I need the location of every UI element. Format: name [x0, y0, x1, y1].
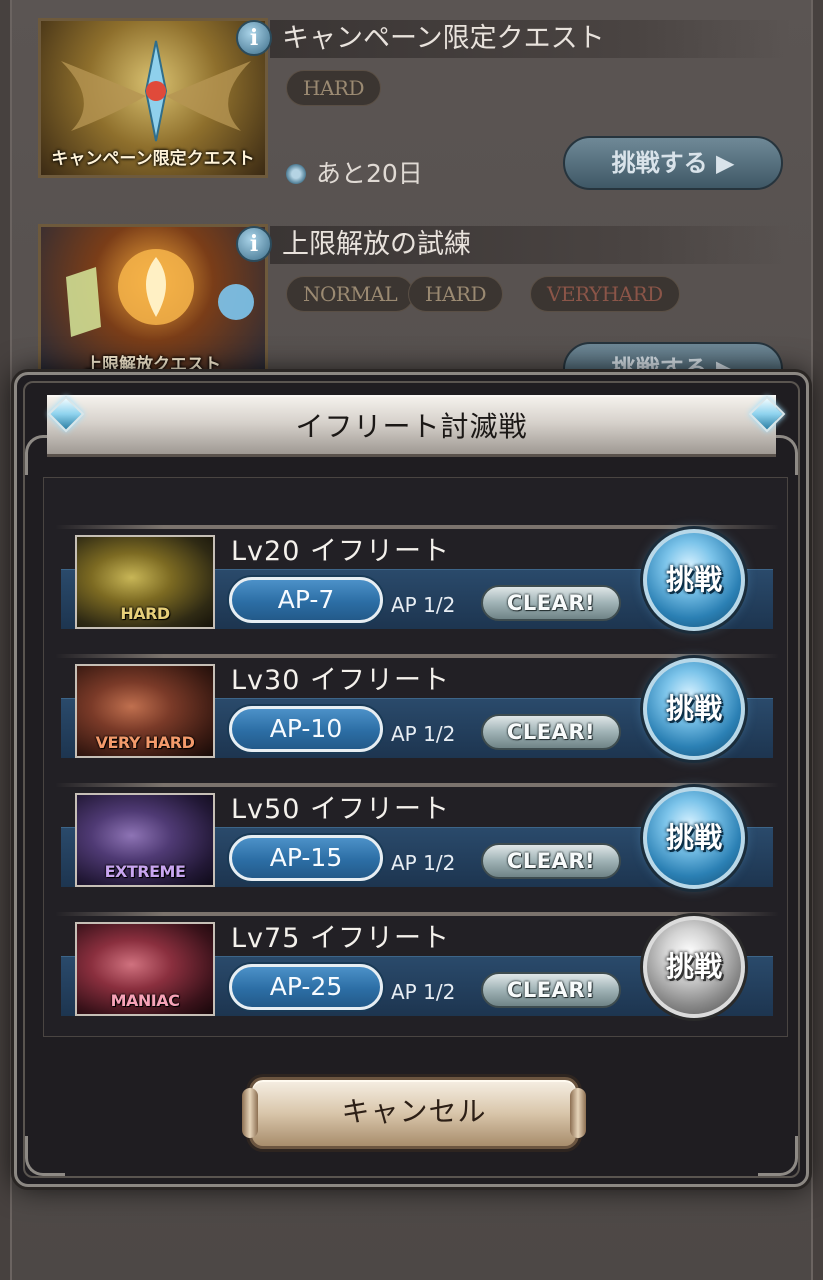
boss-name: Lv50 イフリート: [231, 794, 450, 825]
ap-cost: AP-10: [229, 706, 383, 752]
corner-ornament: [758, 1136, 798, 1176]
quest-title: キャンペーン限定クエスト: [270, 20, 790, 58]
clear-badge: CLEAR!: [481, 585, 621, 621]
difficulty-label: EXTREME: [104, 862, 186, 881]
challenge-button[interactable]: 挑戦する ▶: [563, 136, 783, 190]
quest-title: 上限解放の試練: [270, 226, 790, 264]
clear-badge: CLEAR!: [481, 972, 621, 1008]
battle-row-lv30[interactable]: VERY HARD Lv30 イフリート AP-10 AP 1/2 CLEAR!…: [55, 654, 779, 772]
difficulty-tag-veryhard: VERYHARD: [530, 276, 680, 312]
challenge-button[interactable]: 挑戦: [643, 658, 745, 760]
difficulty-label: HARD: [120, 604, 170, 623]
boss-thumbnail: EXTREME: [75, 793, 215, 887]
info-icon[interactable]: i: [236, 20, 272, 56]
battle-row-lv50[interactable]: EXTREME Lv50 イフリート AP-15 AP 1/2 CLEAR! 挑…: [55, 783, 779, 901]
challenge-button[interactable]: 挑戦: [643, 529, 745, 631]
corner-ornament: [25, 1136, 65, 1176]
quest-thumbnail: 上限解放クエスト: [38, 224, 268, 384]
battle-row-lv20[interactable]: HARD Lv20 イフリート AP-7 AP 1/2 CLEAR! 挑戦: [55, 525, 779, 643]
cancel-button[interactable]: キャンセル: [242, 1077, 586, 1149]
difficulty-label: MANIAC: [110, 991, 180, 1010]
scroll-ornament: [570, 1088, 586, 1138]
cancel-label: キャンセル: [341, 1095, 487, 1128]
ap-count: AP 1/2: [391, 980, 456, 1004]
boss-name: Lv75 イフリート: [231, 923, 450, 954]
boss-thumbnail: HARD: [75, 535, 215, 629]
challenge-button-locked[interactable]: 挑戦: [643, 916, 745, 1018]
ap-cost: AP-15: [229, 835, 383, 881]
quest-card-campaign[interactable]: キャンペーン限定クエスト キャンペーン限定クエスト i HARD あと20日 挑…: [38, 18, 790, 204]
boss-name: Lv30 イフリート: [231, 665, 450, 696]
boss-name: Lv20 イフリート: [231, 536, 450, 567]
info-icon[interactable]: i: [236, 226, 272, 262]
difficulty-label: VERY HARD: [95, 733, 195, 752]
remaining-days: あと20日: [316, 159, 423, 188]
ap-count: AP 1/2: [391, 593, 456, 617]
battle-row-lv75[interactable]: MANIAC Lv75 イフリート AP-25 AP 1/2 CLEAR! 挑戦: [55, 912, 779, 1030]
scroll-ornament: [242, 1088, 258, 1138]
modal-header: イフリート討滅戦: [47, 395, 776, 457]
quest-thumb-caption: キャンペーン限定クエスト: [51, 149, 255, 169]
difficulty-tag-hard: HARD: [408, 276, 503, 312]
clear-badge: CLEAR!: [481, 714, 621, 750]
ap-count: AP 1/2: [391, 722, 456, 746]
difficulty-tag: HARD: [286, 70, 381, 106]
boss-thumbnail: VERY HARD: [75, 664, 215, 758]
clock-icon: [286, 164, 306, 184]
ap-cost: AP-25: [229, 964, 383, 1010]
modal-title: イフリート討滅戦: [295, 410, 528, 443]
quest-thumbnail: キャンペーン限定クエスト: [38, 18, 268, 178]
ap-count: AP 1/2: [391, 851, 456, 875]
boss-thumbnail: MANIAC: [75, 922, 215, 1016]
battle-select-modal: イフリート討滅戦 HARD Lv20 イフリート AP-7 AP 1/2 CLE…: [14, 372, 809, 1187]
clear-badge: CLEAR!: [481, 843, 621, 879]
difficulty-tag-normal: NORMAL: [286, 276, 415, 312]
ap-cost: AP-7: [229, 577, 383, 623]
challenge-button[interactable]: 挑戦: [643, 787, 745, 889]
